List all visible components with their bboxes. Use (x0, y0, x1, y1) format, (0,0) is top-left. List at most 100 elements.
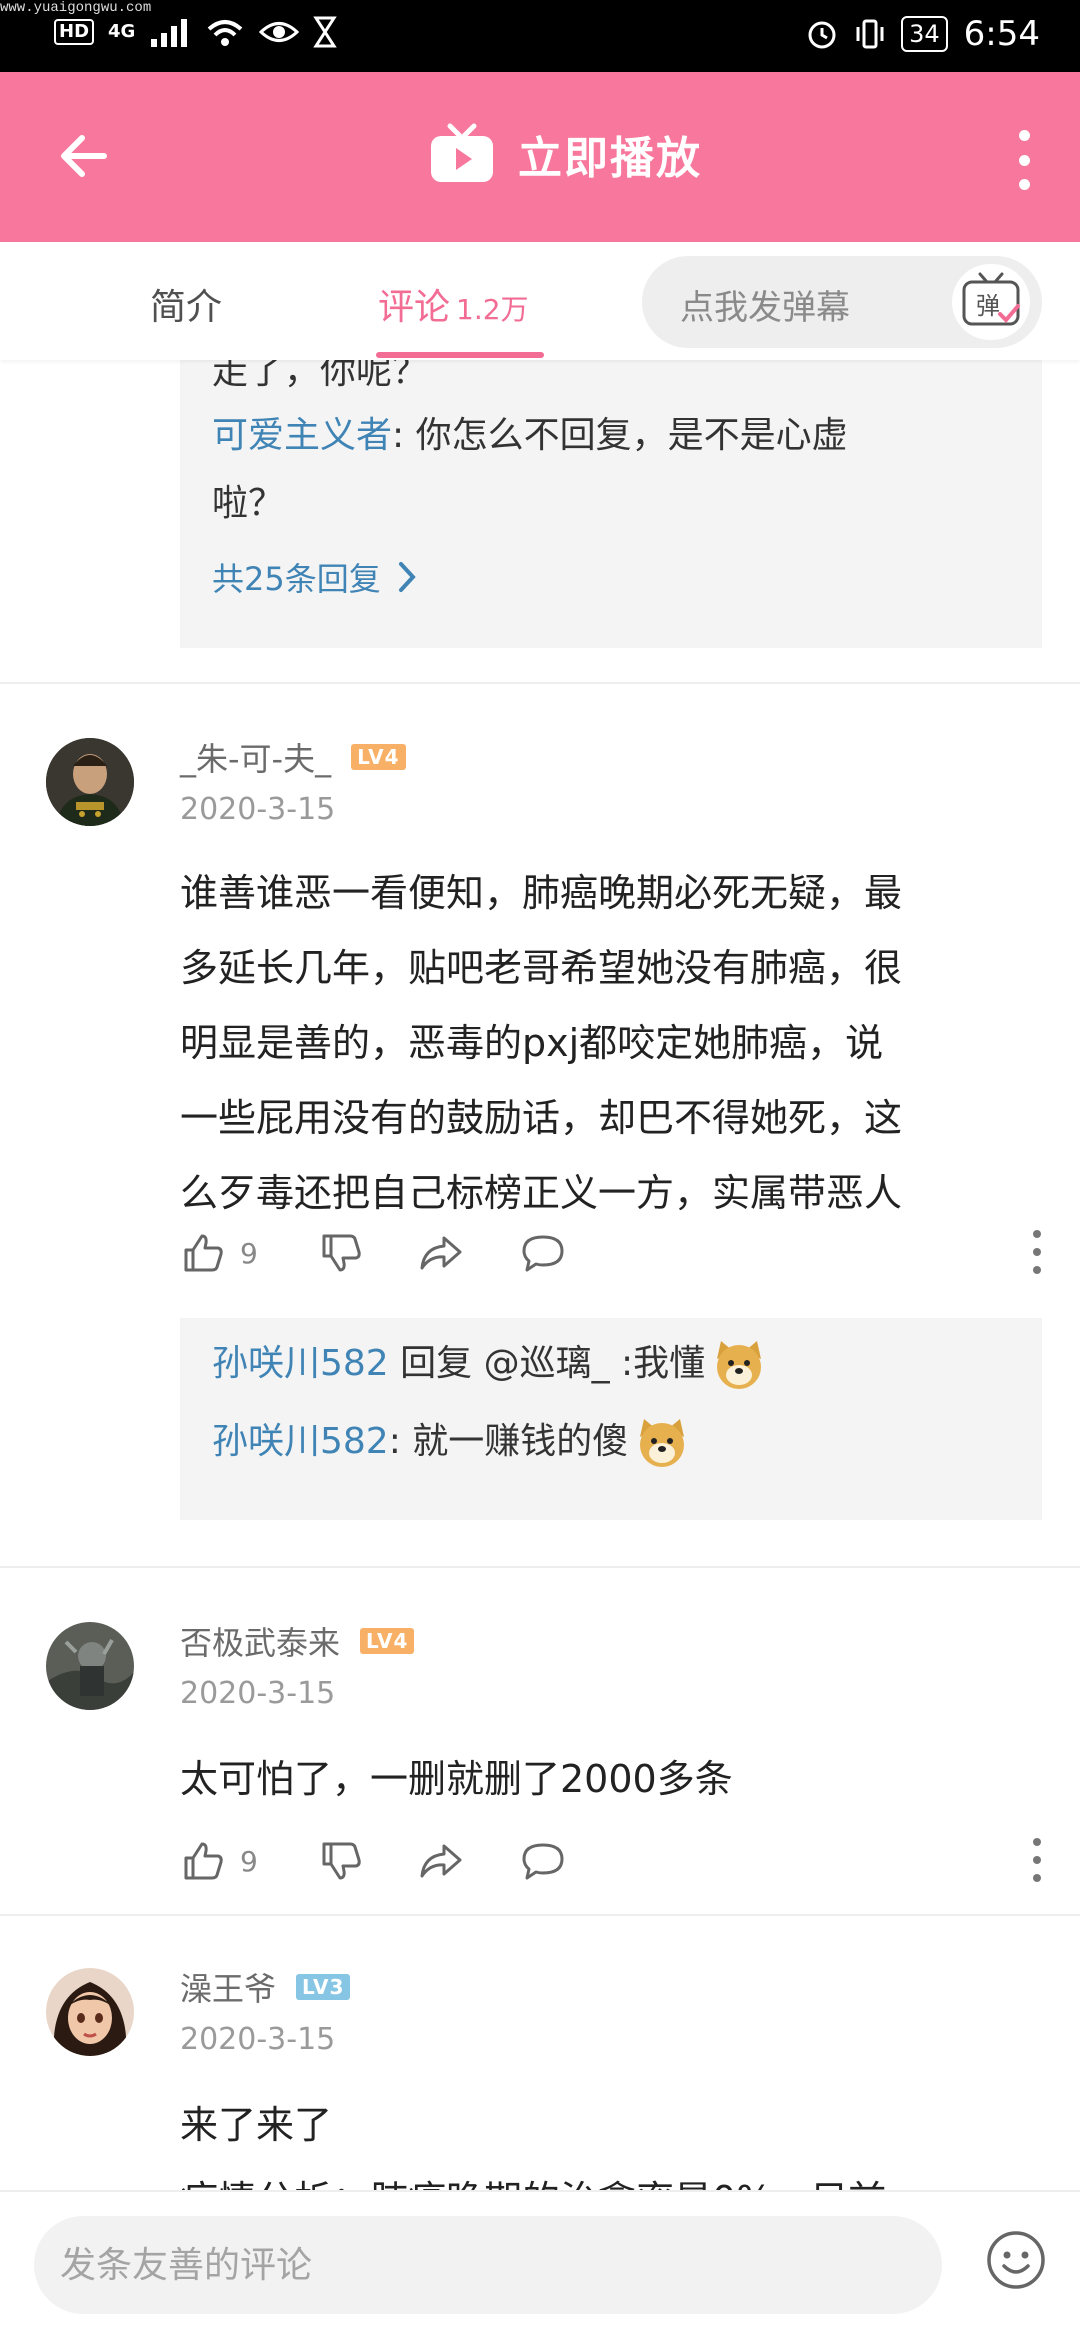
reply-line: 可爱主义者: 你怎么不回复，是不是心虚 (212, 404, 848, 468)
danmaku-icon-char: 弹 (976, 292, 1000, 320)
comment-icon (522, 1235, 564, 1272)
thumb-up-icon (184, 1842, 223, 1880)
reply-username[interactable]: 孙咲川582 (212, 1421, 389, 1462)
danmaku-placeholder: 点我发弹幕 (680, 288, 850, 328)
reply-button[interactable] (520, 1838, 566, 1884)
comment-line: 一些屁用没有的鼓励话，却巴不得她死，这 (180, 1096, 903, 1140)
comment-actions: 9 (180, 1830, 1042, 1890)
reply-box[interactable]: 孙咲川582 回复 @巡璃_ :我懂 孙咲川582: 就一赚钱的傻 (180, 1318, 1042, 1520)
avatar[interactable] (46, 1622, 134, 1710)
reply-text: 啦？ (212, 483, 285, 524)
divider (0, 1566, 1080, 1568)
reply-line: 孙咲川582: 就一赚钱的傻 (212, 1410, 690, 1474)
reply-username[interactable]: 孙咲川582 (212, 1343, 389, 1384)
comment-line: 明显是善的，恶毒的pxj都咬定她肺癌，说 (180, 1021, 884, 1065)
tv-play-icon (431, 123, 493, 182)
clock: 6:54 (963, 14, 1040, 54)
status-bar: www.yuaigongwu.com HD 4G 34 6:54 (0, 0, 1080, 72)
comment-icon (522, 1843, 564, 1880)
watermark: www.yuaigongwu.com (0, 0, 152, 16)
comment-line: 多延长几年，贴吧老哥希望她没有肺癌，很 (180, 946, 903, 990)
comment-username[interactable]: 澡王爷 LV3 (180, 1964, 351, 2010)
username-text: 澡王爷 (180, 1970, 277, 2008)
comment-line: 来了来了 (180, 2103, 333, 2147)
thumb-down-icon (322, 1234, 361, 1272)
dislike-button[interactable] (318, 1838, 364, 1884)
reply-text: : 就一赚钱的傻 (388, 1421, 629, 1462)
reply-text: 走了，你呢？ (212, 360, 429, 392)
chevron-right-icon (398, 562, 416, 592)
like-button[interactable]: 9 (180, 1230, 258, 1276)
username-text: _朱-可-夫_ (180, 740, 332, 778)
comment-date: 2020-3-15 (180, 2022, 336, 2057)
hd-indicator: HD (54, 19, 95, 45)
level-badge: LV4 (360, 1628, 415, 1654)
comment-more-icon[interactable] (1032, 1230, 1042, 1274)
tab-comments[interactable]: 评论 1.2万 (378, 278, 529, 330)
comment-line: 太可怕了，一删就删了2000多条 (180, 1757, 733, 1801)
signal-icon (151, 19, 188, 47)
comment-username[interactable]: 否极武泰来 LV4 (180, 1618, 415, 1664)
danmaku-input-button[interactable]: 点我发弹幕 弹 (642, 256, 1042, 348)
comment-line: 么歹毒还把自己标榜正义一方，实属带恶人 (180, 1171, 903, 1215)
tab-intro[interactable]: 简介 (150, 278, 222, 330)
username-text: 否极武泰来 (180, 1624, 341, 1662)
more-vertical-icon[interactable] (1014, 130, 1034, 190)
share-icon (420, 1844, 462, 1878)
tab-comments-count: 1.2万 (456, 293, 529, 326)
comment-input[interactable] (34, 2216, 942, 2314)
thumb-up-icon (184, 1234, 223, 1272)
reply-text: 回复 @巡璃_ :我懂 (388, 1343, 706, 1384)
share-icon (420, 1236, 462, 1270)
comment-text: 太可怕了，一删就删了2000多条 (180, 1742, 1042, 1817)
comment-username[interactable]: _朱-可-夫_ LV4 (180, 734, 406, 780)
level-badge: LV4 (351, 744, 406, 770)
reply-text: : 你怎么不回复，是不是心虚 (392, 415, 848, 456)
battery-indicator: 34 (901, 16, 948, 52)
more-replies-link[interactable]: 共25条回复 (212, 554, 417, 600)
avatar[interactable] (46, 738, 134, 826)
comment-line: 病情分析：肺癌晚期的治愈率是0%，目前 (180, 2163, 1042, 2190)
header-title: 立即播放 (518, 133, 702, 184)
reply-button[interactable] (520, 1230, 566, 1276)
doge-emoji-icon (640, 1419, 685, 1467)
tab-bar: 简介 评论 1.2万 点我发弹幕 弹 (0, 242, 1080, 360)
reply-box[interactable]: 走了，你呢？ 可爱主义者: 你怎么不回复，是不是心虚 啦？ 共25条回复 (180, 360, 1042, 648)
network-indicator: 4G (108, 21, 136, 42)
eye-icon (259, 22, 300, 42)
comment-list[interactable]: 走了，你呢？ 可爱主义者: 你怎么不回复，是不是心虚 啦？ 共25条回复 _朱-… (0, 360, 1080, 2190)
emoji-icon[interactable] (984, 2228, 1048, 2292)
divider (0, 682, 1080, 684)
alarm-icon (808, 21, 836, 49)
comment-date: 2020-3-15 (180, 1676, 336, 1711)
hourglass-icon (313, 16, 338, 48)
reply-line: 孙咲川582 回复 @巡璃_ :我懂 (212, 1332, 767, 1396)
comment-line: 谁善谁恶一看便知，肺癌晚期必死无疑，最 (180, 871, 903, 915)
doge-emoji-icon (717, 1341, 762, 1389)
reply-username[interactable]: 可爱主义者 (212, 415, 392, 456)
comment-date: 2020-3-15 (180, 792, 336, 827)
back-arrow-icon[interactable] (54, 126, 114, 186)
like-button[interactable]: 9 (180, 1838, 258, 1884)
tab-comments-label: 评论 (378, 287, 451, 328)
more-replies-label: 共25条回复 (212, 560, 381, 598)
comment-text: 谁善谁恶一看便知，肺癌晚期必死无疑，最 多延长几年，贴吧老哥希望她没有肺癌，很 … (180, 856, 1042, 1231)
danmaku-icon[interactable]: 弹 (952, 264, 1030, 340)
share-button[interactable] (418, 1838, 464, 1884)
dislike-button[interactable] (318, 1230, 364, 1276)
play-now-button[interactable]: 立即播放 (428, 122, 702, 186)
share-button[interactable] (418, 1230, 464, 1276)
avatar[interactable] (46, 1968, 134, 2056)
thumb-down-icon (322, 1842, 361, 1880)
comment-actions: 9 (180, 1222, 1042, 1282)
wifi-icon (208, 20, 243, 46)
divider (0, 1914, 1080, 1916)
comment-input-bar (0, 2190, 1080, 2340)
comment-more-icon[interactable] (1032, 1838, 1042, 1882)
app-header: 立即播放 (0, 72, 1080, 242)
vibrate-icon (856, 19, 884, 49)
comment-text: 来了来了 病情分析：肺癌晚期的治愈率是0%，目前 (180, 2088, 1042, 2190)
level-badge: LV3 (296, 1974, 351, 2000)
like-count: 9 (240, 1844, 258, 1878)
active-tab-indicator (376, 352, 544, 358)
